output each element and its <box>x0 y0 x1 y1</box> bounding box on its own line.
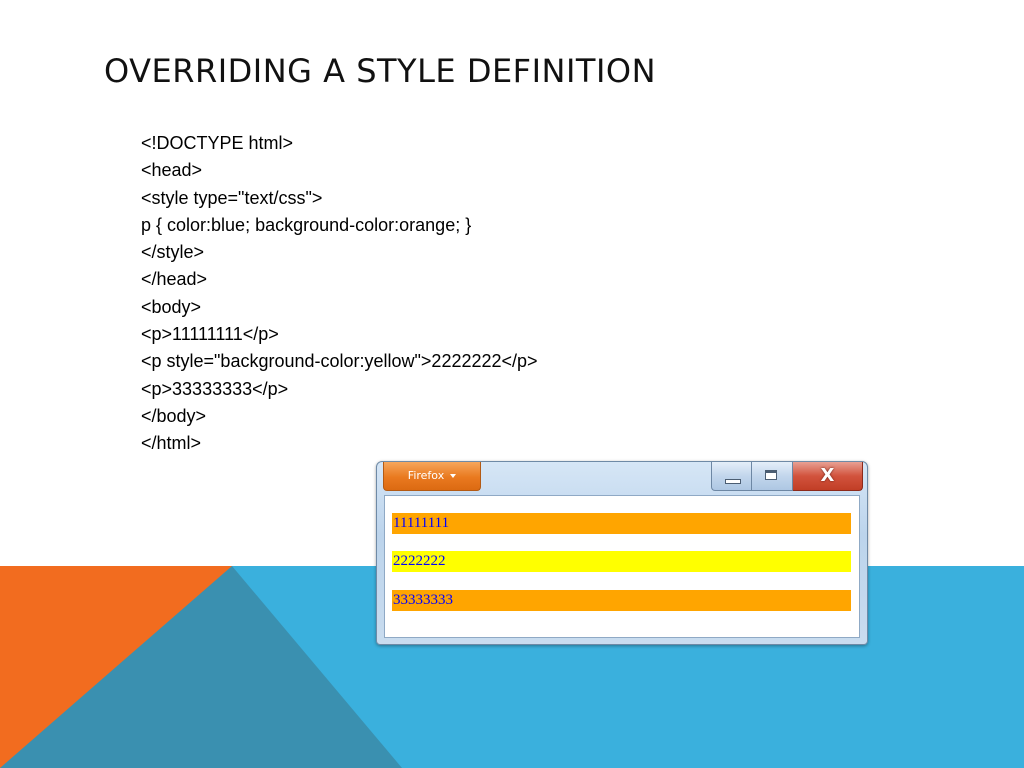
code-line: </head> <box>141 269 208 290</box>
paragraph-2: 2222222 <box>392 551 851 572</box>
paragraph-1: 11111111 <box>392 513 851 534</box>
code-line: p { color:blue; background-color:orange;… <box>141 214 472 235</box>
code-line: <p style="background-color:yellow">22222… <box>141 351 538 372</box>
code-line: </style> <box>141 242 205 263</box>
code-line: <head> <box>141 160 203 181</box>
firefox-window: Firefox X 11111111 2222222 33333333 <box>376 461 868 645</box>
code-line: <style type="text/css"> <box>141 187 323 208</box>
code-line: <body> <box>141 296 202 317</box>
close-button[interactable]: X <box>793 462 863 491</box>
firefox-menu-label: Firefox <box>407 469 445 482</box>
code-line: <p>33333333</p> <box>141 378 289 399</box>
maximize-icon <box>765 470 777 480</box>
slide-title: OVERRIDING A STYLE DEFINITION <box>104 52 656 90</box>
maximize-button[interactable] <box>752 462 793 491</box>
code-line: <p>11111111</p> <box>141 324 279 345</box>
browser-viewport: 11111111 2222222 33333333 <box>384 495 860 638</box>
minimize-icon <box>725 479 741 484</box>
code-line: </html> <box>141 433 202 454</box>
paragraph-3: 33333333 <box>392 590 851 611</box>
code-listing: <!DOCTYPE html> <head> <style type="text… <box>141 130 538 458</box>
firefox-menu-button[interactable]: Firefox <box>383 462 481 491</box>
code-line: <!DOCTYPE html> <box>141 133 294 153</box>
code-line: </body> <box>141 405 207 426</box>
close-icon: X <box>820 465 835 486</box>
window-controls: X <box>711 462 863 491</box>
minimize-button[interactable] <box>711 462 752 491</box>
dropdown-caret-icon <box>450 474 457 478</box>
